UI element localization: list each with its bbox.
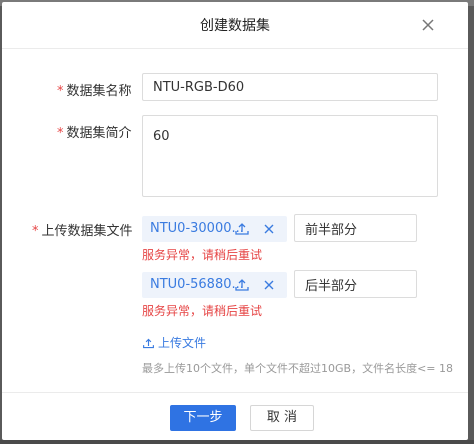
upload-file-button[interactable]: 上传文件 — [142, 334, 206, 351]
required-mark: * — [32, 224, 39, 239]
file-error-text: 服务异常，请稍后重试 — [142, 248, 263, 262]
required-mark: * — [57, 126, 64, 141]
upload-file-label: 上传文件 — [158, 336, 207, 350]
reupload-icon[interactable] — [234, 221, 250, 237]
cancel-button[interactable]: 取 消 — [250, 405, 314, 431]
file-error-text: 服务异常，请稍后重试 — [142, 304, 263, 318]
file-part-input[interactable] — [294, 270, 417, 298]
close-icon[interactable] — [419, 16, 437, 34]
next-button[interactable]: 下一步 — [170, 405, 236, 431]
upload-files-label: * 上传数据集文件 — [32, 224, 133, 239]
delete-icon[interactable] — [262, 278, 276, 292]
file-item: NTU0-30000... — [142, 216, 287, 242]
reupload-icon[interactable] — [234, 277, 250, 293]
required-mark: * — [57, 84, 64, 99]
dialog-header: 创建数据集 — [2, 2, 468, 49]
delete-icon[interactable] — [262, 222, 276, 236]
file-part-input[interactable] — [294, 214, 417, 242]
dataset-name-label: * 数据集名称 — [57, 84, 132, 99]
upload-icon — [143, 338, 154, 349]
file-name[interactable]: NTU0-30000... — [150, 221, 244, 236]
dataset-description-textarea[interactable]: 60 — [142, 115, 438, 197]
dialog-footer: 下一步 取 消 — [2, 392, 468, 441]
dataset-name-input[interactable] — [142, 73, 438, 101]
create-dataset-dialog: 创建数据集 *数据集名称 *数据集简介 60 *上传数据集文件 NTU0-300… — [2, 2, 468, 440]
dialog-title: 创建数据集 — [200, 18, 270, 34]
dataset-description-label: * 数据集简介 — [57, 126, 132, 141]
file-name[interactable]: NTU0-56880... — [150, 277, 244, 292]
file-item: NTU0-56880... — [142, 272, 287, 298]
upload-hint: 最多上传10个文件，单个文件不超过10GB，文件名长度<= 18 — [142, 362, 453, 375]
